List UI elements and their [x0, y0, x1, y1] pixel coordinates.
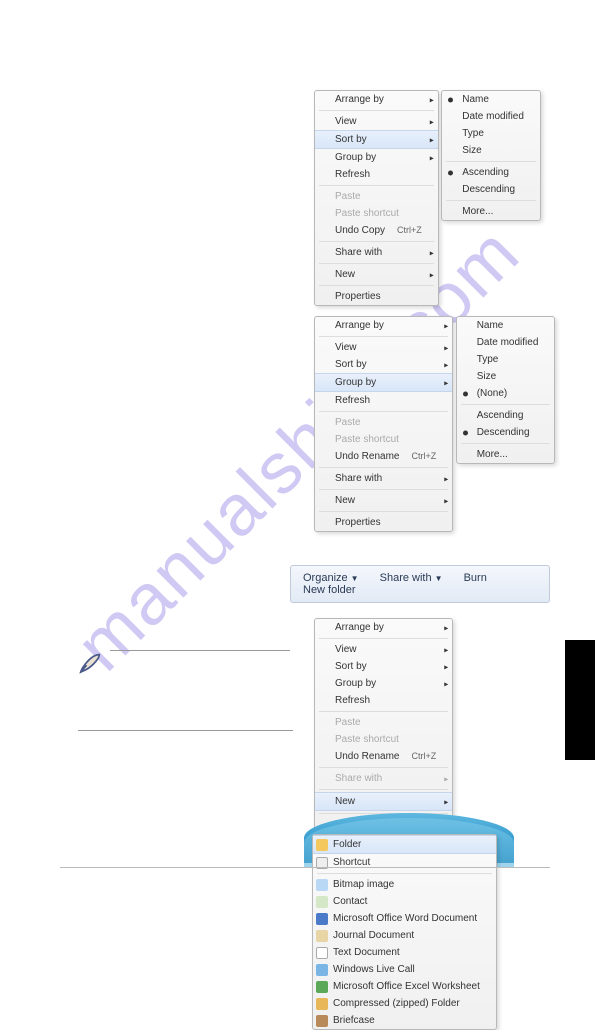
submenu-new[interactable]: Folder Shortcut Bitmap image Contact Mic… — [312, 834, 497, 1030]
zip-icon — [316, 998, 328, 1010]
sub-none[interactable]: (None) — [457, 385, 555, 402]
menu-item-arrangeby[interactable]: Arrange by▸ — [315, 91, 438, 108]
sub-zipped[interactable]: Compressed (zipped) Folder — [313, 995, 496, 1012]
submenu-groupby[interactable]: Name Date modified Type Size (None) Asce… — [456, 316, 556, 464]
sub-name[interactable]: Name — [457, 317, 555, 334]
menu-item-undocopy[interactable]: Undo CopyCtrl+Z — [315, 222, 438, 239]
context-menu-groupby-group: Arrange by▸ View▸ Sort by▸ Group by▸ Ref… — [314, 316, 555, 532]
sub-name[interactable]: Name — [442, 91, 540, 108]
sub-word[interactable]: Microsoft Office Word Document — [313, 910, 496, 927]
toolbar-newfolder[interactable]: New folder — [303, 584, 356, 596]
toolbar-organize[interactable]: Organize▼ — [303, 572, 359, 584]
sub-descending[interactable]: Descending — [457, 424, 555, 441]
briefcase-icon — [316, 1015, 328, 1027]
menu-item-sortby[interactable]: Sort by▸ — [315, 130, 438, 149]
page-footer-rule — [60, 867, 550, 868]
folder-icon — [316, 839, 328, 851]
sub-datemodified[interactable]: Date modified — [442, 108, 540, 125]
menu-item-sharewith[interactable]: Share with▸ — [315, 770, 452, 787]
toolbar-burn[interactable]: Burn — [464, 572, 487, 584]
explorer-toolbar: Organize▼ Share with▼ Burn New folder — [290, 565, 550, 603]
sub-folder[interactable]: Folder — [313, 835, 496, 854]
context-menu-main-2[interactable]: Arrange by▸ View▸ Sort by▸ Group by▸ Ref… — [314, 316, 453, 532]
sub-size[interactable]: Size — [457, 368, 555, 385]
sub-datemodified[interactable]: Date modified — [457, 334, 555, 351]
sub-type[interactable]: Type — [442, 125, 540, 142]
menu-item-groupby[interactable]: Group by▸ — [315, 675, 452, 692]
sub-text[interactable]: Text Document — [313, 944, 496, 961]
menu-item-pasteshortcut: Paste shortcut — [315, 731, 452, 748]
bitmap-icon — [316, 879, 328, 891]
menu-item-new[interactable]: New▸ — [315, 492, 452, 509]
sub-more[interactable]: More... — [442, 203, 540, 220]
menu-item-paste: Paste — [315, 714, 452, 731]
menu-item-paste: Paste — [315, 188, 438, 205]
submenu-sortby[interactable]: Name Date modified Type Size Ascending D… — [441, 90, 541, 221]
menu-item-new[interactable]: New▸ — [315, 266, 438, 283]
text-icon — [316, 947, 328, 959]
context-menu-sortby-group: Arrange by▸ View▸ Sort by▸ Group by▸ Ref… — [314, 90, 541, 306]
sub-livecall[interactable]: Windows Live Call — [313, 961, 496, 978]
menu-item-view[interactable]: View▸ — [315, 113, 438, 130]
sub-ascending[interactable]: Ascending — [457, 407, 555, 424]
menu-item-groupby[interactable]: Group by▸ — [315, 373, 452, 392]
menu-item-pasteshortcut: Paste shortcut — [315, 431, 452, 448]
sub-type[interactable]: Type — [457, 351, 555, 368]
context-menu-new-group: Arrange by▸ View▸ Sort by▸ Group by▸ Ref… — [314, 618, 595, 1030]
feather-icon — [76, 650, 104, 678]
context-menu-main-3[interactable]: Arrange by▸ View▸ Sort by▸ Group by▸ Ref… — [314, 618, 453, 834]
menu-item-properties[interactable]: Properties — [315, 514, 452, 531]
toolbar-sharewith[interactable]: Share with▼ — [380, 572, 443, 584]
menu-item-refresh[interactable]: Refresh — [315, 692, 452, 709]
sub-journal[interactable]: Journal Document — [313, 927, 496, 944]
menu-item-sharewith[interactable]: Share with▸ — [315, 470, 452, 487]
menu-item-sortby[interactable]: Sort by▸ — [315, 356, 452, 373]
excel-icon — [316, 981, 328, 993]
menu-item-new[interactable]: New▸ — [315, 792, 452, 811]
menu-item-properties[interactable]: Properties — [315, 288, 438, 305]
sub-descending[interactable]: Descending — [442, 181, 540, 198]
sub-ascending[interactable]: Ascending — [442, 164, 540, 181]
sub-size[interactable]: Size — [442, 142, 540, 159]
context-menu-main-1[interactable]: Arrange by▸ View▸ Sort by▸ Group by▸ Ref… — [314, 90, 439, 306]
menu-item-view[interactable]: View▸ — [315, 641, 452, 658]
livecall-icon — [316, 964, 328, 976]
word-icon — [316, 913, 328, 925]
menu-item-sortby[interactable]: Sort by▸ — [315, 658, 452, 675]
menu-item-view[interactable]: View▸ — [315, 339, 452, 356]
sub-bitmap[interactable]: Bitmap image — [313, 876, 496, 893]
horizontal-rule — [110, 650, 290, 651]
menu-item-groupby[interactable]: Group by▸ — [315, 149, 438, 166]
contact-icon — [316, 896, 328, 908]
horizontal-rule — [78, 730, 293, 731]
sub-excel[interactable]: Microsoft Office Excel Worksheet — [313, 978, 496, 995]
section-tab — [565, 640, 595, 760]
menu-item-refresh[interactable]: Refresh — [315, 392, 452, 409]
menu-item-paste: Paste — [315, 414, 452, 431]
menu-item-pasteshortcut: Paste shortcut — [315, 205, 438, 222]
menu-item-arrangeby[interactable]: Arrange by▸ — [315, 317, 452, 334]
menu-item-undorename[interactable]: Undo RenameCtrl+Z — [315, 448, 452, 465]
menu-item-undorename[interactable]: Undo RenameCtrl+Z — [315, 748, 452, 765]
menu-item-sharewith[interactable]: Share with▸ — [315, 244, 438, 261]
sub-briefcase[interactable]: Briefcase — [313, 1012, 496, 1029]
sub-shortcut[interactable]: Shortcut — [313, 854, 496, 871]
sub-more[interactable]: More... — [457, 446, 555, 463]
journal-icon — [316, 930, 328, 942]
menu-item-arrangeby[interactable]: Arrange by▸ — [315, 619, 452, 636]
menu-item-refresh[interactable]: Refresh — [315, 166, 438, 183]
sub-contact[interactable]: Contact — [313, 893, 496, 910]
